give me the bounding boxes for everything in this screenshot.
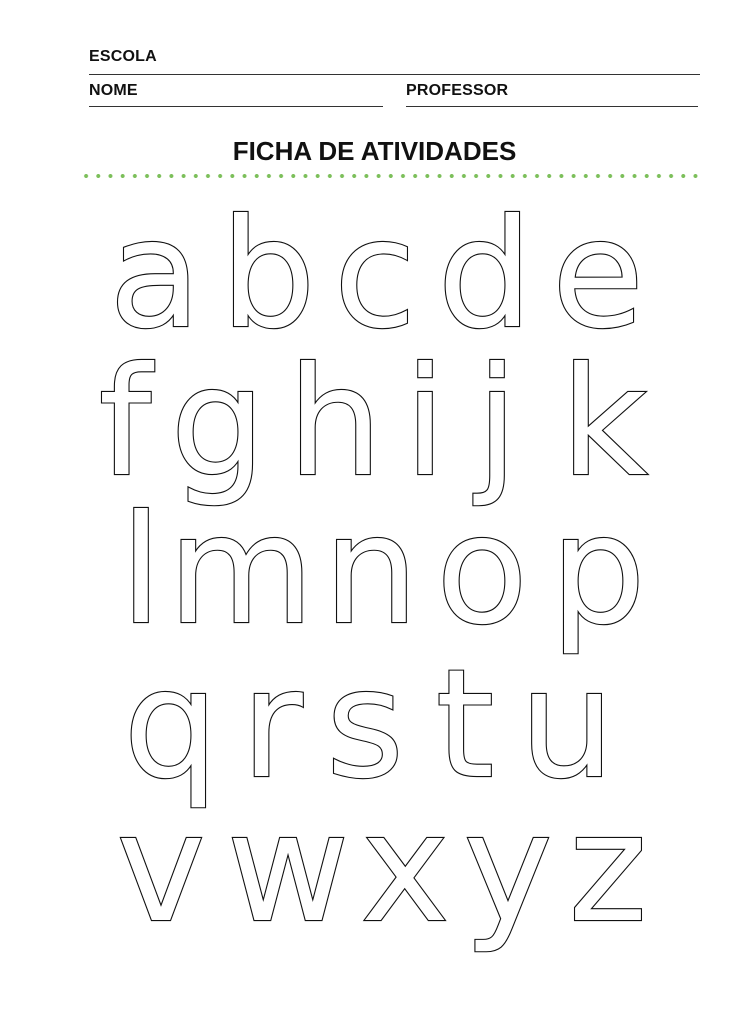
letter-w: w	[227, 782, 350, 956]
letter-l: l	[120, 484, 162, 658]
letter-x: x	[361, 782, 450, 956]
letter-m: m	[168, 484, 314, 658]
letter-o: o	[436, 484, 528, 658]
letter-n: n	[323, 484, 418, 658]
alphabet-letters: abcde fghijk lmnop qrstu vwxyz	[97, 187, 649, 957]
letter-row-5: vwxyz	[116, 781, 649, 957]
letter-z: z	[569, 782, 648, 956]
letter-row-3: lmnop	[119, 483, 647, 659]
letter-y: y	[464, 782, 553, 956]
letter-v: v	[117, 782, 206, 956]
letter-p: p	[550, 484, 645, 658]
